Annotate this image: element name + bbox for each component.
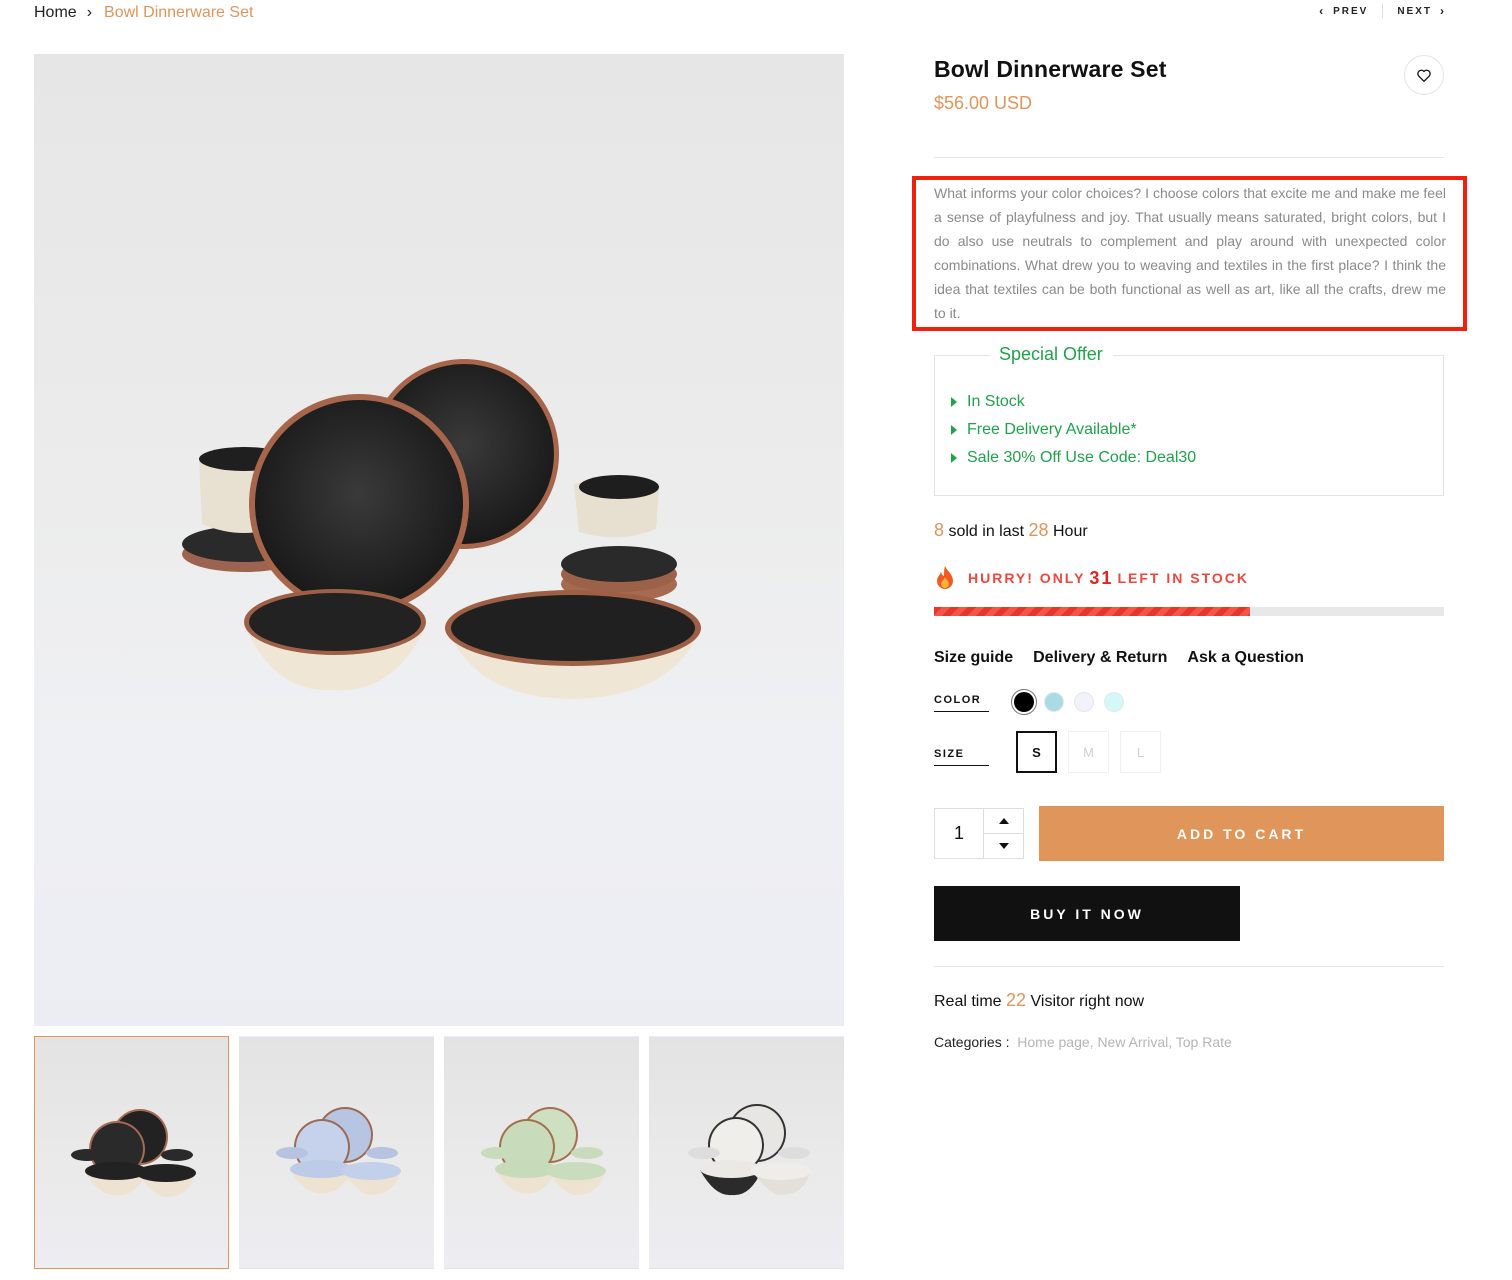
color-swatch-black[interactable] bbox=[1011, 689, 1037, 715]
stock-progress-fill bbox=[934, 607, 1251, 616]
triangle-right-icon bbox=[951, 397, 957, 407]
fire-icon bbox=[937, 566, 953, 589]
description-highlight-box bbox=[912, 176, 1467, 331]
visitor-suffix: Visitor right now bbox=[1030, 993, 1145, 1010]
wishlist-button[interactable] bbox=[1404, 55, 1444, 95]
ask-question-link[interactable]: Ask a Question bbox=[1187, 649, 1303, 667]
visitor-counter: Real time 22 Visitor right now bbox=[934, 990, 1144, 1011]
thumbnail-black[interactable] bbox=[34, 1036, 229, 1269]
stock-prefix: HURRY! ONLY bbox=[968, 570, 1086, 586]
color-swatch-blue[interactable] bbox=[1044, 692, 1064, 712]
prev-label: PREV bbox=[1333, 5, 1369, 17]
visitor-count: 22 bbox=[1006, 990, 1027, 1010]
breadcrumb-home-link[interactable]: Home bbox=[34, 4, 77, 22]
quantity-input[interactable]: 1 bbox=[935, 809, 983, 858]
product-title: Bowl Dinnerware Set bbox=[934, 56, 1167, 82]
sold-counter: 8 sold in last 28 Hour bbox=[934, 520, 1088, 541]
special-offer-box: Special Offer In Stock Free Delivery Ava… bbox=[934, 344, 1444, 496]
special-offer-title: Special Offer bbox=[989, 344, 1113, 365]
color-swatch-lavender[interactable] bbox=[1074, 692, 1094, 712]
offer-item: Free Delivery Available* bbox=[951, 416, 1196, 444]
chevron-left-icon: ‹ bbox=[1319, 4, 1326, 18]
category-link-home[interactable]: Home page, bbox=[1017, 1034, 1093, 1050]
sold-hours: 28 bbox=[1028, 520, 1049, 540]
size-guide-link[interactable]: Size guide bbox=[934, 649, 1013, 667]
color-swatches bbox=[1011, 689, 1124, 715]
sold-unit: Hour bbox=[1053, 523, 1088, 540]
size-options: S M L bbox=[1016, 731, 1161, 773]
color-label: COLOR bbox=[934, 694, 989, 712]
sold-count: 8 bbox=[934, 520, 945, 540]
size-option-s[interactable]: S bbox=[1016, 731, 1057, 773]
product-price: $56.00 USD bbox=[934, 93, 1033, 113]
breadcrumb: Home › Bowl Dinnerware Set bbox=[34, 3, 253, 23]
offer-item-label: Free Delivery Available* bbox=[967, 421, 1137, 438]
product-info-links: Size guide Delivery & Return Ask a Quest… bbox=[934, 649, 1304, 667]
size-option-m[interactable]: M bbox=[1068, 731, 1109, 773]
thumbnail-blue[interactable] bbox=[239, 1036, 434, 1269]
heart-icon bbox=[1417, 69, 1431, 82]
pager-divider bbox=[1382, 4, 1384, 18]
divider bbox=[934, 966, 1444, 967]
stock-progress-bar bbox=[934, 607, 1444, 616]
offer-item-label: Sale 30% Off Use Code: Deal30 bbox=[967, 449, 1197, 466]
offer-item-label: In Stock bbox=[967, 393, 1025, 410]
dinnerware-image bbox=[182, 359, 701, 699]
visitor-prefix: Real time bbox=[934, 993, 1002, 1010]
next-label: NEXT bbox=[1397, 5, 1432, 17]
quantity-steppers bbox=[983, 809, 1023, 858]
divider bbox=[934, 157, 1444, 158]
quantity-decrease-button[interactable] bbox=[984, 833, 1023, 858]
special-offer-list: In Stock Free Delivery Available* Sale 3… bbox=[951, 388, 1196, 472]
buy-now-button[interactable]: BUY IT NOW bbox=[934, 886, 1240, 941]
thumbnail-white[interactable] bbox=[649, 1036, 844, 1269]
offer-item: Sale 30% Off Use Code: Deal30 bbox=[951, 444, 1196, 472]
main-product-image[interactable] bbox=[34, 54, 844, 1026]
thumbnail-strip bbox=[34, 1036, 844, 1269]
size-option-l[interactable]: L bbox=[1120, 731, 1161, 773]
breadcrumb-chevron-icon: › bbox=[86, 4, 93, 21]
thumbnail-blue-image bbox=[276, 1107, 401, 1195]
delivery-return-link[interactable]: Delivery & Return bbox=[1033, 649, 1167, 667]
thumbnail-green-image bbox=[481, 1107, 606, 1195]
quantity-increase-button[interactable] bbox=[984, 809, 1023, 833]
sold-text: sold in last bbox=[948, 523, 1025, 540]
chevron-right-icon: › bbox=[1440, 4, 1446, 18]
thumbnail-green[interactable] bbox=[444, 1036, 639, 1269]
offer-item: In Stock bbox=[951, 388, 1196, 416]
category-link-new-arrival[interactable]: New Arrival, bbox=[1097, 1034, 1172, 1050]
breadcrumb-current: Bowl Dinnerware Set bbox=[104, 4, 254, 21]
size-label: SIZE bbox=[934, 748, 989, 766]
triangle-right-icon bbox=[951, 453, 957, 463]
stock-warning: HURRY! ONLY 31 LEFT IN STOCK bbox=[934, 565, 1249, 591]
categories: Categories : Home page, New Arrival, Top… bbox=[934, 1034, 1232, 1050]
stock-count: 31 bbox=[1089, 567, 1114, 588]
caret-down-icon bbox=[998, 843, 1009, 849]
thumbnail-black-image bbox=[71, 1109, 196, 1197]
triangle-right-icon bbox=[951, 425, 957, 435]
caret-up-icon bbox=[998, 818, 1009, 824]
prev-button[interactable]: ‹ PREV bbox=[1319, 4, 1368, 18]
next-button[interactable]: NEXT › bbox=[1397, 4, 1446, 18]
categories-label: Categories : bbox=[934, 1034, 1010, 1050]
stock-suffix: LEFT IN STOCK bbox=[1117, 570, 1249, 586]
category-link-top-rate[interactable]: Top Rate bbox=[1176, 1034, 1232, 1050]
quantity-stepper: 1 bbox=[934, 808, 1024, 859]
add-to-cart-button[interactable]: ADD TO CART bbox=[1039, 806, 1444, 861]
product-pager: ‹ PREV NEXT › bbox=[1319, 4, 1446, 18]
thumbnail-white-image bbox=[688, 1104, 811, 1196]
color-swatch-mint[interactable] bbox=[1104, 692, 1124, 712]
